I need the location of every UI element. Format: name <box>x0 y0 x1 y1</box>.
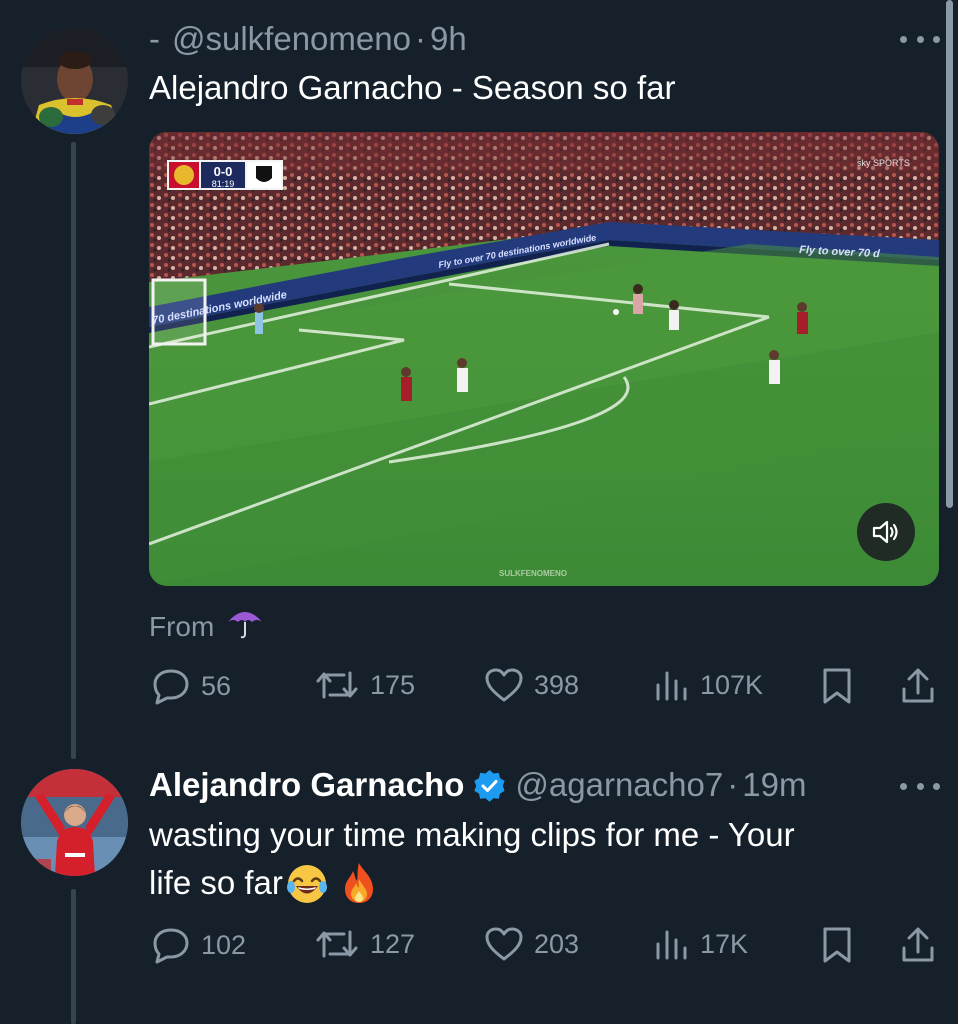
more-icon[interactable] <box>900 779 940 793</box>
heart-icon <box>484 926 524 962</box>
tweet-1-from: From <box>149 606 264 647</box>
broadcaster-logo: sky SPORTS <box>857 158 910 168</box>
like-count: 398 <box>534 669 580 700</box>
views-count: 107K <box>700 669 764 700</box>
tweet-2-text-line-2-row: life so far <box>149 859 795 907</box>
tweet-1-video[interactable]: 0-0 81:19 sky SPORTS 70 destinations wor… <box>149 132 939 586</box>
views-icon <box>654 667 690 703</box>
tweet-2-text: wasting your time making clips for me - … <box>149 811 795 907</box>
tweet-2-header: Alejandro Garnacho @agarnacho7 · 19m <box>149 766 806 804</box>
share-icon <box>900 926 936 964</box>
bookmark-icon <box>822 926 852 964</box>
from-label: From <box>149 610 215 642</box>
tweet-2-separator: · <box>727 766 739 803</box>
like-button[interactable]: 203 <box>484 926 579 962</box>
share-icon <box>900 667 936 705</box>
tweet-2-text-line-1: wasting your time making clips for me - … <box>149 816 795 853</box>
tweet-1-dash: - <box>149 20 160 57</box>
tweet-1-header: - @sulkfenomeno · 9h <box>149 20 467 58</box>
more-icon[interactable] <box>900 32 940 46</box>
tweet-2-display-name[interactable]: Alejandro Garnacho <box>149 766 464 804</box>
bookmark-icon <box>822 667 852 705</box>
avatar-agarnacho7[interactable] <box>21 769 128 876</box>
tweet-1-text: Alejandro Garnacho - Season so far <box>149 69 676 106</box>
tweet-1-time[interactable]: 9h <box>430 20 467 58</box>
tweet-1-separator: · <box>414 20 426 57</box>
retweet-button[interactable]: 175 <box>314 667 415 703</box>
laughing-emoji-icon <box>285 861 329 905</box>
retweet-count: 127 <box>370 928 416 959</box>
like-count: 203 <box>534 928 580 959</box>
speaker-icon[interactable] <box>857 503 915 561</box>
scrollbar[interactable] <box>946 0 953 508</box>
reply-icon <box>151 926 191 964</box>
timeline: - @sulkfenomeno · 9h Alejandro Garnacho … <box>0 0 958 1024</box>
thread-line <box>71 142 76 759</box>
scoreboard-clock: 81:19 <box>212 179 235 189</box>
reply-count: 56 <box>201 670 232 701</box>
like-button[interactable]: 398 <box>484 667 579 703</box>
retweet-icon <box>314 926 360 962</box>
fire-emoji-icon <box>341 861 377 905</box>
views-button[interactable]: 17K <box>654 926 748 962</box>
views-count: 17K <box>700 928 749 959</box>
share-button[interactable] <box>900 667 936 705</box>
retweet-button[interactable]: 127 <box>314 926 415 962</box>
share-button[interactable] <box>900 926 936 964</box>
verified-badge-icon <box>473 769 506 802</box>
thread-line <box>71 889 76 1024</box>
tweet-2-time[interactable]: 19m <box>742 766 806 804</box>
tweet-1-handle[interactable]: @sulkfenomeno <box>172 20 411 58</box>
retweet-count: 175 <box>370 669 416 700</box>
bookmark-button[interactable] <box>822 667 852 705</box>
tweet-2-handle[interactable]: @agarnacho7 <box>515 766 723 804</box>
reply-button[interactable]: 56 <box>151 667 231 705</box>
reply-button[interactable]: 102 <box>151 926 246 964</box>
heart-icon <box>484 667 524 703</box>
views-icon <box>654 926 690 962</box>
reply-icon <box>151 667 191 705</box>
avatar-sulkfenomeno[interactable] <box>21 27 128 134</box>
reply-count: 102 <box>201 929 247 960</box>
video-watermark: SULKFENOMENO <box>499 569 567 578</box>
retweet-icon <box>314 667 360 703</box>
views-button[interactable]: 107K <box>654 667 763 703</box>
umbrella-icon <box>226 606 264 647</box>
scoreboard-score: 0-0 <box>214 164 233 179</box>
tweet-2-text-line-2: life so far <box>149 864 283 901</box>
bookmark-button[interactable] <box>822 926 852 964</box>
